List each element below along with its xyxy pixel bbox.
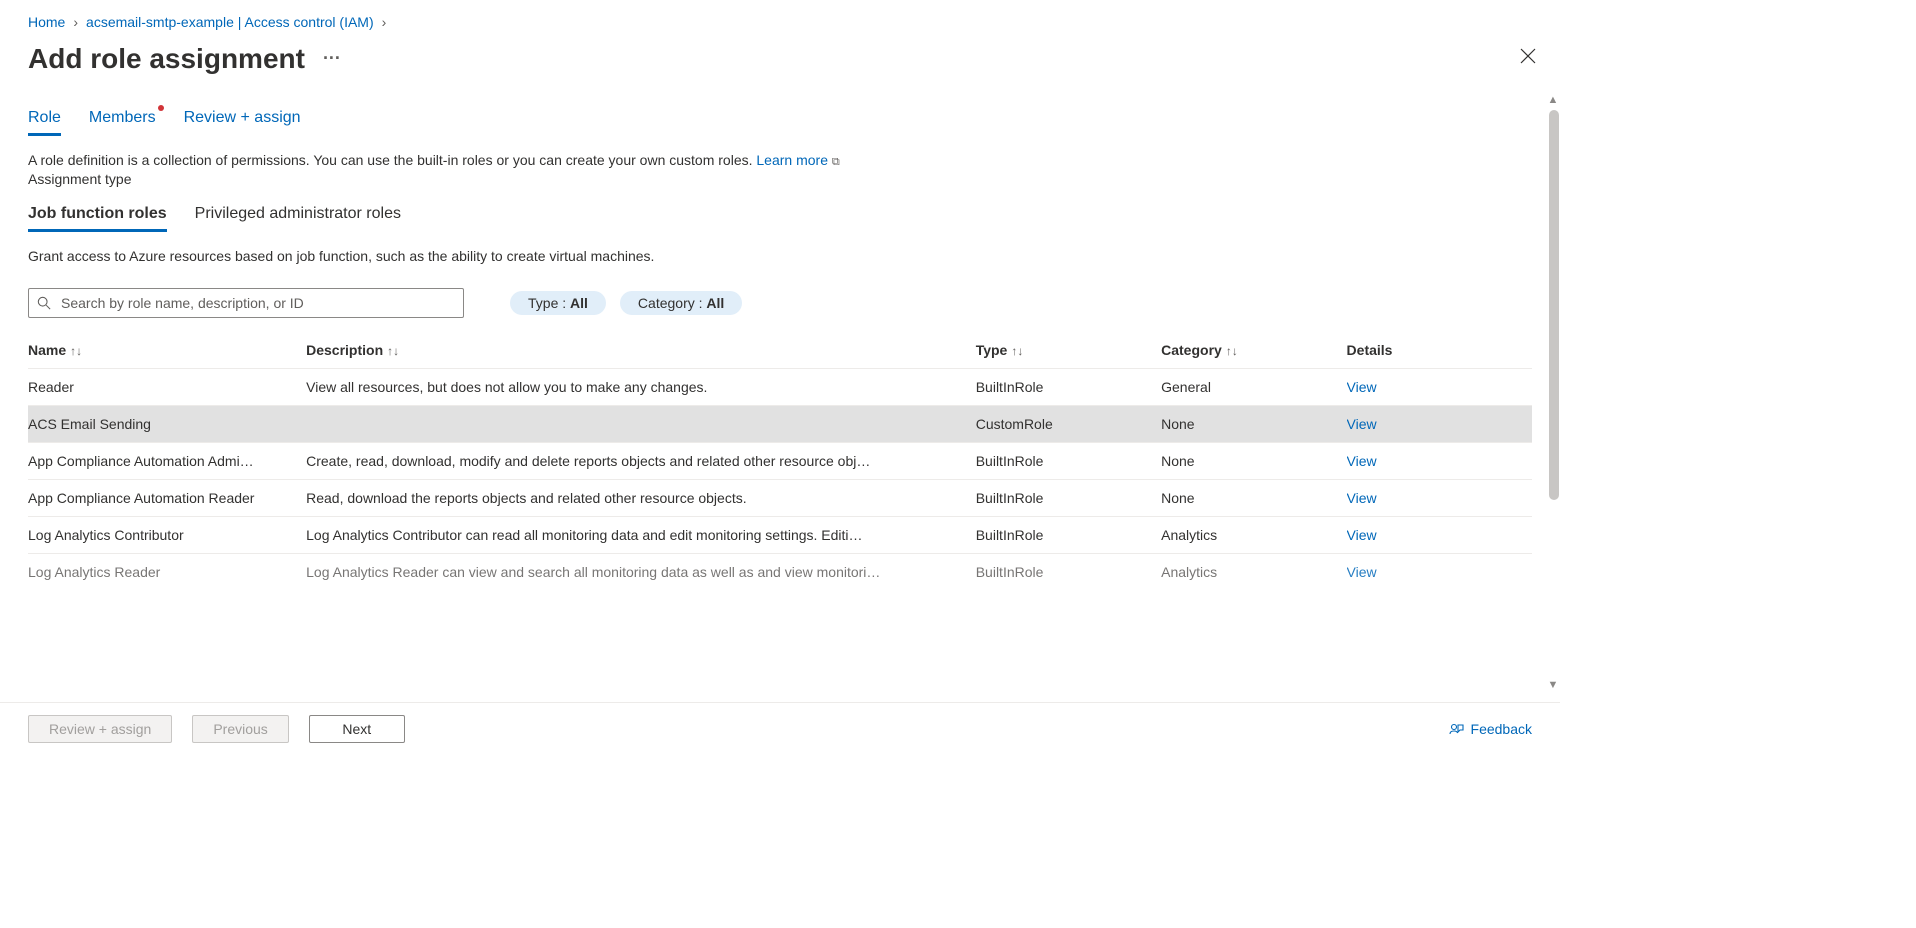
next-button[interactable]: Next [309,715,405,743]
table-row[interactable]: ReaderView all resources, but does not a… [28,369,1532,406]
filter-pills: Type : All Category : All [510,291,742,315]
col-header-details: Details [1347,334,1532,369]
cell-description: Create, read, download, modify and delet… [306,443,976,480]
cell-type: BuiltInRole [976,369,1161,406]
cell-category: Analytics [1161,554,1346,591]
col-header-description[interactable]: Description↑↓ [306,334,976,369]
feedback-icon [1449,721,1465,737]
tab-members-label: Members [89,109,156,126]
cell-category: None [1161,406,1346,443]
search-input[interactable] [59,294,455,312]
table-header-row: Name↑↓ Description↑↓ Type↑↓ Category↑↓ D… [28,334,1532,369]
cell-type: BuiltInRole [976,517,1161,554]
cell-name: App Compliance Automation Admi… [28,443,306,480]
cell-description: Read, download the reports objects and r… [306,480,976,517]
chevron-right-icon: › [73,14,78,30]
view-link[interactable]: View [1347,379,1377,395]
cell-category: None [1161,443,1346,480]
roles-table: Name↑↓ Description↑↓ Type↑↓ Category↑↓ D… [28,334,1532,590]
subtab-job-function[interactable]: Job function roles [28,205,167,232]
search-box[interactable] [28,288,464,318]
tab-members[interactable]: Members [89,109,156,136]
scrollbar[interactable]: ▲ ▼ [1546,110,1560,677]
chevron-right-icon: › [382,14,387,30]
page-title: Add role assignment [28,43,305,75]
table-row[interactable]: App Compliance Automation Admi…Create, r… [28,443,1532,480]
cell-description: Log Analytics Reader can view and search… [306,554,976,591]
cell-category: None [1161,480,1346,517]
col-header-name[interactable]: Name↑↓ [28,334,306,369]
view-link[interactable]: View [1347,564,1377,580]
scroll-up-icon[interactable]: ▲ [1546,94,1560,108]
sort-icon: ↑↓ [1226,344,1238,358]
col-header-type[interactable]: Type↑↓ [976,334,1161,369]
external-link-icon: ⧉ [832,156,840,168]
view-link[interactable]: View [1347,453,1377,469]
more-actions-icon[interactable]: ··· [323,48,341,69]
cell-category: Analytics [1161,517,1346,554]
footer-bar: Review + assign Previous Next Feedback [0,702,1560,755]
sort-icon: ↑↓ [1011,344,1023,358]
filter-type-label: Type : [528,295,570,311]
close-icon[interactable] [1514,42,1542,75]
search-icon [37,296,51,310]
cell-name: ACS Email Sending [28,406,306,443]
cell-type: BuiltInRole [976,480,1161,517]
page-root: Home › acsemail-smtp-example | Access co… [0,0,1560,755]
tab-review[interactable]: Review + assign [184,109,301,136]
tab-role[interactable]: Role [28,109,61,136]
subtab-privileged[interactable]: Privileged administrator roles [195,205,401,232]
filter-type-value: All [570,295,588,311]
cell-description: View all resources, but does not allow y… [306,369,976,406]
cell-name: Log Analytics Reader [28,554,306,591]
view-link[interactable]: View [1347,490,1377,506]
review-assign-button: Review + assign [28,715,172,743]
cell-category: General [1161,369,1346,406]
view-link[interactable]: View [1347,416,1377,432]
role-type-tabs: Job function roles Privileged administra… [28,205,1532,232]
filter-type-pill[interactable]: Type : All [510,291,606,315]
sort-icon: ↑↓ [387,344,399,358]
cell-type: BuiltInRole [976,554,1161,591]
table-row[interactable]: Log Analytics ContributorLog Analytics C… [28,517,1532,554]
breadcrumb: Home › acsemail-smtp-example | Access co… [28,14,1532,30]
view-link[interactable]: View [1347,527,1377,543]
col-header-category[interactable]: Category↑↓ [1161,334,1346,369]
attention-dot-icon [158,105,164,111]
table-row[interactable]: ACS Email Sending CustomRoleNoneView [28,406,1532,443]
filters-row: Type : All Category : All [28,288,1532,318]
filter-category-label: Category : [638,295,706,311]
previous-button: Previous [192,715,288,743]
feedback-link[interactable]: Feedback [1449,721,1532,737]
cell-type: CustomRole [976,406,1161,443]
helper-text-row: A role definition is a collection of per… [28,152,1532,169]
filter-category-pill[interactable]: Category : All [620,291,742,315]
cell-name: App Compliance Automation Reader [28,480,306,517]
helper-text: A role definition is a collection of per… [28,152,753,168]
filter-category-value: All [706,295,724,311]
cell-name: Reader [28,369,306,406]
assignment-type-label: Assignment type [28,171,1532,187]
breadcrumb-home[interactable]: Home [28,14,65,30]
feedback-label: Feedback [1471,721,1532,737]
cell-type: BuiltInRole [976,443,1161,480]
sort-icon: ↑↓ [70,344,82,358]
scroll-down-icon[interactable]: ▼ [1546,679,1560,693]
page-title-wrap: Add role assignment ··· [28,43,341,75]
breadcrumb-resource[interactable]: acsemail-smtp-example | Access control (… [86,14,374,30]
cell-description [306,406,976,443]
cell-description: Log Analytics Contributor can read all m… [306,517,976,554]
table-row[interactable]: Log Analytics ReaderLog Analytics Reader… [28,554,1532,591]
cell-name: Log Analytics Contributor [28,517,306,554]
learn-more-link[interactable]: Learn more [756,152,828,168]
title-row: Add role assignment ··· [28,42,1532,75]
subtab-helper: Grant access to Azure resources based on… [28,248,1532,264]
table-row[interactable]: App Compliance Automation ReaderRead, do… [28,480,1532,517]
main-tabs: Role Members Review + assign [28,109,1532,136]
scroll-thumb[interactable] [1549,110,1559,500]
